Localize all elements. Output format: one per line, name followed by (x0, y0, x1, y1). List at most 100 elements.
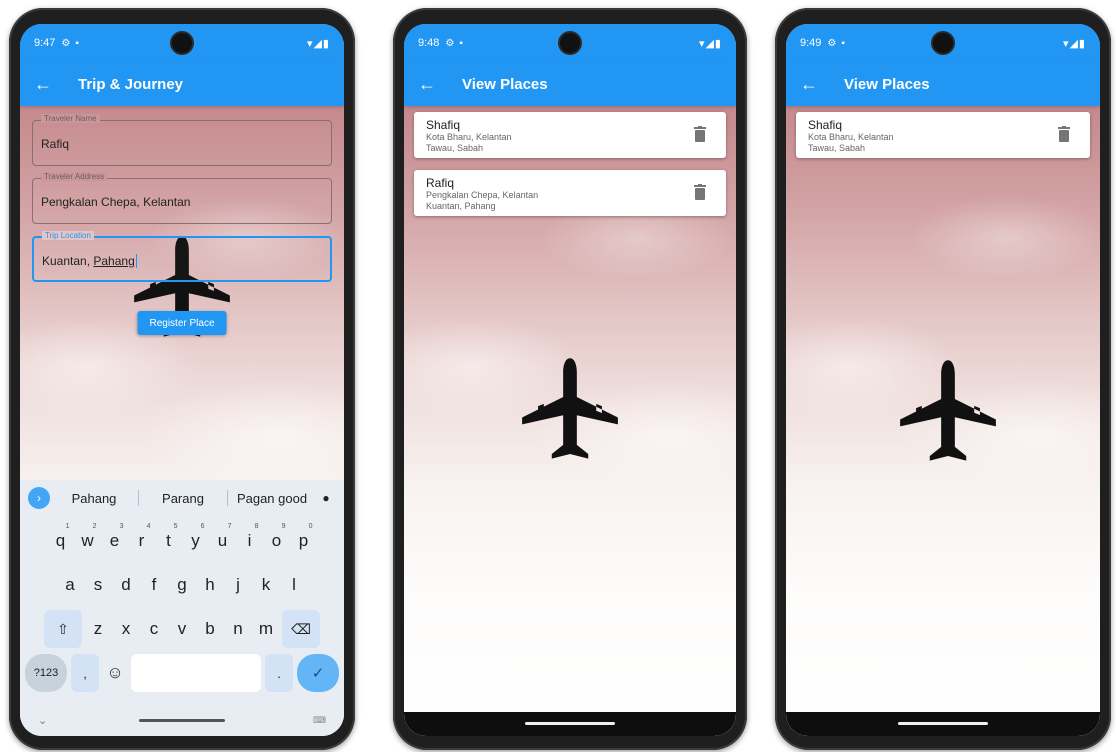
home-gesture-bar[interactable] (139, 718, 225, 722)
settings-icon: ⚙ (827, 37, 837, 49)
key-row-2: a s d f g h j k l (20, 566, 344, 604)
trip-location-field[interactable]: Trip Location Kuantan, Pahang (32, 231, 332, 282)
delete-icon[interactable] (694, 184, 706, 200)
traveler-name-field[interactable]: Traveler Name Rafiq (32, 114, 332, 166)
screen-view-places: 9:49 ⚙ ▪ ▾◢▮ ← View Places Shafiq Kota B… (786, 24, 1100, 736)
trip-location-value: Kuantan, Pahang (42, 254, 137, 268)
key-d[interactable]: d (114, 566, 138, 604)
traveler-address: Kota Bharu, Kelantan (808, 132, 894, 142)
key-w[interactable]: w2 (76, 522, 100, 560)
traveler-name: Rafiq (426, 176, 455, 190)
suggestion-3[interactable]: Pagan good (228, 491, 316, 506)
key-x[interactable]: x (114, 610, 138, 648)
traveler-name: Shafiq (808, 118, 843, 132)
phone-register: 9:47 ⚙ ▪ ▾◢▮ ← Trip & Journey Traveler N… (9, 8, 355, 750)
trip-location: Kuantan, Pahang (426, 201, 496, 211)
signal-battery-icons: ▾◢▮ (306, 37, 330, 50)
shift-icon[interactable]: ⇧ (44, 610, 82, 648)
key-g[interactable]: g (170, 566, 194, 604)
trip-location-composing: Pahang (93, 254, 135, 268)
camera-cutout (560, 33, 580, 53)
app-bar: ← View Places (404, 62, 736, 106)
comma-key[interactable]: , (71, 654, 99, 692)
trip-location: Tawau, Sabah (808, 143, 866, 153)
camera-cutout (933, 33, 953, 53)
signal-battery-icons: ▾◢▮ (698, 37, 722, 50)
status-bar: 9:48 ⚙ ▪ ▾◢▮ (404, 24, 736, 62)
camera-cutout (172, 33, 192, 53)
key-p[interactable]: p0 (292, 522, 316, 560)
trip-location-text: Kuantan, (42, 254, 94, 268)
screenshot-stage: 9:47 ⚙ ▪ ▾◢▮ ← Trip & Journey Traveler N… (0, 0, 1116, 752)
system-nav-bar (404, 712, 736, 736)
key-v[interactable]: v (170, 610, 194, 648)
back-arrow-icon[interactable]: ← (34, 74, 64, 95)
back-arrow-icon[interactable]: ← (418, 74, 448, 95)
space-key[interactable] (131, 654, 261, 692)
period-key[interactable]: . (265, 654, 293, 692)
delete-icon[interactable] (694, 126, 706, 142)
status-bar: 9:47 ⚙ ▪ ▾◢▮ (20, 24, 344, 62)
microphone-icon[interactable]: ● (316, 491, 336, 505)
backspace-icon[interactable]: ⌫ (282, 610, 320, 648)
suggestion-2[interactable]: Parang (139, 491, 227, 506)
key-b[interactable]: b (198, 610, 222, 648)
key-z[interactable]: z (86, 610, 110, 648)
key-q[interactable]: q1 (49, 522, 73, 560)
key-y[interactable]: y6 (184, 522, 208, 560)
keyboard-icon[interactable]: ⌨ (313, 715, 326, 726)
system-nav-bar: ⌄ ⌨ (20, 704, 344, 736)
key-j[interactable]: j (226, 566, 250, 604)
phone-view-places-after-delete: 9:49 ⚙ ▪ ▾◢▮ ← View Places Shafiq Kota B… (775, 8, 1111, 750)
trip-location-label: Trip Location (42, 231, 94, 240)
key-t[interactable]: t5 (157, 522, 181, 560)
battery-small-icon: ▪ (459, 37, 463, 49)
back-arrow-icon[interactable]: ← (800, 74, 830, 95)
key-m[interactable]: m (254, 610, 278, 648)
key-e[interactable]: e3 (103, 522, 127, 560)
signal-battery-icons: ▾◢▮ (1062, 37, 1086, 50)
chevron-down-icon[interactable]: ⌄ (38, 714, 47, 727)
traveler-address-value: Pengkalan Chepa, Kelantan (41, 195, 191, 209)
traveler-address: Pengkalan Chepa, Kelantan (426, 190, 539, 200)
traveler-name: Shafiq (426, 118, 461, 132)
key-u[interactable]: u7 (211, 522, 235, 560)
key-k[interactable]: k (254, 566, 278, 604)
key-row-3: ⇧ z x c v b n m ⌫ (20, 610, 344, 648)
expand-arrow-icon[interactable]: › (28, 487, 50, 509)
register-place-button[interactable]: Register Place (137, 311, 227, 335)
traveler-name-label: Traveler Name (41, 114, 100, 123)
home-gesture-bar[interactable] (525, 722, 615, 725)
traveler-address-field[interactable]: Traveler Address Pengkalan Chepa, Kelant… (32, 172, 332, 224)
delete-icon[interactable] (1058, 126, 1070, 142)
battery-small-icon: ▪ (841, 37, 845, 49)
key-l[interactable]: l (282, 566, 306, 604)
emoji-icon[interactable]: ☺ (103, 654, 127, 692)
key-c[interactable]: c (142, 610, 166, 648)
key-row-1: q1 w2 e3 r4 t5 y6 u7 i8 o9 p0 (20, 522, 344, 560)
key-a[interactable]: a (58, 566, 82, 604)
key-h[interactable]: h (198, 566, 222, 604)
list-item[interactable]: Shafiq Kota Bharu, Kelantan Tawau, Sabah (414, 112, 726, 158)
places-list: Shafiq Kota Bharu, Kelantan Tawau, Sabah (786, 106, 1100, 736)
airplane-icon (513, 356, 627, 470)
key-n[interactable]: n (226, 610, 250, 648)
list-item[interactable]: Shafiq Kota Bharu, Kelantan Tawau, Sabah (796, 112, 1090, 158)
screen-view-places: 9:48 ⚙ ▪ ▾◢▮ ← View Places Shafiq Kota B… (404, 24, 736, 736)
check-icon[interactable]: ✓ (297, 654, 339, 692)
key-f[interactable]: f (142, 566, 166, 604)
app-bar: ← Trip & Journey (20, 62, 344, 106)
key-o[interactable]: o9 (265, 522, 289, 560)
traveler-name-value: Rafiq (41, 137, 70, 151)
suggestion-1[interactable]: Pahang (50, 491, 138, 506)
key-row-4: ?123 , ☺ . ✓ (20, 654, 344, 692)
traveler-address: Kota Bharu, Kelantan (426, 132, 512, 142)
key-i[interactable]: i8 (238, 522, 262, 560)
key-s[interactable]: s (86, 566, 110, 604)
status-time: 9:49 (800, 37, 822, 49)
places-list: Shafiq Kota Bharu, Kelantan Tawau, Sabah… (404, 106, 736, 736)
symbols-key[interactable]: ?123 (25, 654, 67, 692)
home-gesture-bar[interactable] (898, 722, 988, 725)
key-r[interactable]: r4 (130, 522, 154, 560)
list-item[interactable]: Rafiq Pengkalan Chepa, Kelantan Kuantan,… (414, 170, 726, 216)
